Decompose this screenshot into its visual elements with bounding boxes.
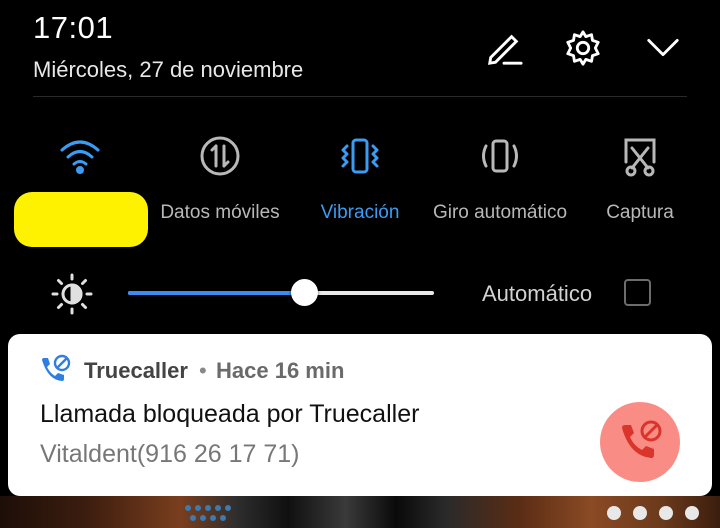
clock-time: 17:01 — [33, 10, 114, 45]
tile-label: Vibración — [320, 202, 400, 223]
background-status-icons — [607, 506, 699, 520]
header-divider — [33, 96, 687, 97]
brightness-slider-thumb[interactable] — [291, 279, 318, 306]
tile-mobile-data[interactable]: Datos móviles — [150, 130, 290, 227]
date-label: Miércoles, 27 de noviembre — [33, 57, 304, 82]
notification-title: Llamada bloqueada por Truecaller — [40, 400, 420, 428]
tile-label: Captura — [606, 202, 674, 223]
redaction-block — [14, 192, 148, 247]
notification-time: Hace 16 min — [216, 358, 345, 383]
auto-rotate-icon — [430, 130, 570, 182]
tile-auto-rotate[interactable]: Giro automático — [430, 130, 570, 227]
screenshot-icon — [570, 130, 710, 182]
auto-brightness-checkbox[interactable] — [624, 279, 651, 306]
brightness-icon — [50, 272, 94, 316]
wifi-icon — [10, 130, 150, 182]
notification-text: Vitaldent(916 26 17 71) — [40, 440, 300, 468]
background-app-icon — [185, 505, 231, 521]
truecaller-blocked-call-icon — [38, 354, 72, 388]
notification-card[interactable]: Truecaller • Hace 16 min Llamada bloquea… — [8, 334, 712, 496]
brightness-slider-fill — [128, 291, 305, 295]
tile-screenshot[interactable]: Captura — [570, 130, 710, 227]
notification-shade: 17:01 Miércoles, 27 de noviembre Datos m… — [0, 0, 720, 528]
notification-separator: • — [199, 358, 207, 383]
edit-icon[interactable] — [484, 28, 524, 68]
brightness-slider[interactable] — [128, 279, 434, 306]
gear-icon[interactable] — [563, 28, 603, 68]
notification-app-name: Truecaller — [84, 358, 188, 383]
blocked-call-action-button[interactable] — [600, 402, 680, 482]
tile-label: Giro automático — [432, 202, 568, 223]
mobile-data-icon — [150, 130, 290, 182]
tile-wifi[interactable] — [10, 130, 150, 198]
vibration-icon — [290, 130, 430, 182]
tile-vibration[interactable]: Vibración — [290, 130, 430, 227]
tile-label: Datos móviles — [160, 202, 280, 223]
blocked-phone-icon — [622, 420, 662, 458]
chevron-down-icon[interactable] — [643, 28, 683, 68]
auto-brightness-label: Automático — [482, 281, 593, 306]
